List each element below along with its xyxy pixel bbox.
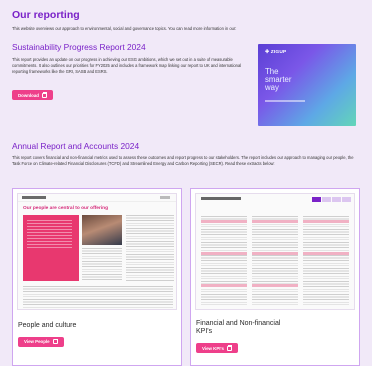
annual-report-section: Annual Report and Accounts 2024 This rep… [12,141,360,167]
view-kpis-button[interactable]: View KPI's [196,343,238,354]
people-thumbnail[interactable]: Our people are central to our offering [17,193,177,310]
zigup-logo: ✚ ZIGUP [265,50,287,55]
cover-title-line: way [265,83,279,93]
card-people-culture: Our people are central to our offering P… [12,188,182,366]
thumb-kpi-highlight [201,220,247,223]
thumb-kpi-highlight [303,252,349,255]
external-link-icon [52,338,58,345]
thumb-logo [22,196,46,199]
thumb-text-lines [23,286,173,308]
external-link-icon [41,92,48,98]
thumb-text-lines [126,215,174,281]
thumb-kpi-highlight [252,252,298,255]
download-button-label: Download [18,92,39,98]
thumb-text-lines [201,216,247,306]
thumb-kpi-highlight [303,220,349,223]
download-button[interactable]: Download [12,90,53,101]
view-people-label: View People [24,339,50,345]
extract-cards: Our people are central to our offering P… [12,188,360,366]
thumb-nav [160,196,170,199]
sustainability-body: This report provides an update on our pr… [12,57,242,74]
thumb-kpi-highlight [201,284,247,287]
view-people-button[interactable]: View People [18,336,64,347]
external-link-icon [226,345,233,351]
sustainability-section: Sustainability Progress Report 2024 This… [12,42,252,102]
annual-report-body: This report covers financial and non-fin… [12,155,354,166]
kpi-thumbnail[interactable] [195,193,355,310]
thumb-header [18,194,176,202]
page-title: Our reporting [12,9,80,21]
thumb-photo [82,215,122,245]
thumb-tab [322,197,331,202]
sustainability-report-cover[interactable]: ✚ ZIGUP The smarter way [258,44,356,126]
thumb-tabs [312,197,351,202]
thumb-text-lines [303,216,349,306]
thumb-text-lines [82,248,122,281]
thumb-kpi-highlight [252,220,298,223]
thumb-heading: Our people are central to our offering [23,206,109,211]
thumb-pink-panel [23,215,79,281]
annual-report-title: Annual Report and Accounts 2024 [12,141,140,151]
thumb-tab [332,197,341,202]
thumb-kpi-highlight [252,284,298,287]
card-title: Financial and Non-financial KPI's [196,320,281,336]
sustainability-title: Sustainability Progress Report 2024 [12,42,146,52]
cover-title: The smarter way [265,67,349,93]
cover-subtitle-bar [265,99,305,102]
thumb-kpi-highlight [201,252,247,255]
card-kpis: Financial and Non-financial KPI's View K… [190,188,360,366]
thumb-tab [342,197,351,202]
thumb-title-bar [201,197,241,200]
thumb-text-lines [252,216,298,306]
view-kpis-label: View KPI's [202,345,224,351]
card-title: People and culture [18,322,77,329]
thumb-tab [312,197,321,202]
intro-text: This website overviews our approach to e… [12,26,237,31]
